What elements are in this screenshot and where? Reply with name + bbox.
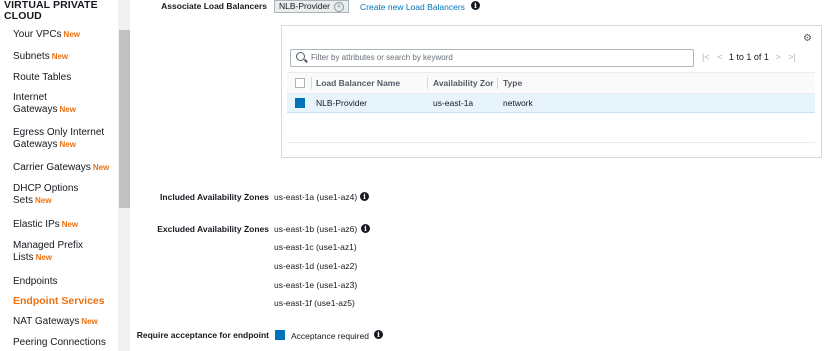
- new-badge: New: [59, 140, 76, 149]
- excluded-zone-value: us-east-1f (use1-az5): [274, 298, 355, 308]
- cell-type: network: [503, 98, 533, 108]
- prev-page-icon[interactable]: <: [717, 52, 722, 62]
- sidebar-item-carrier-gateways[interactable]: Carrier Gateways New: [13, 162, 119, 174]
- table-divider: [287, 142, 815, 143]
- first-page-icon[interactable]: |<: [702, 52, 710, 62]
- remove-tag-icon[interactable]: ✕: [334, 2, 345, 12]
- selected-lb-tag[interactable]: NLB-Provider ✕: [274, 0, 350, 13]
- selected-lb-tag-label: NLB-Provider: [279, 1, 331, 11]
- excluded-zone-value: us-east-1d (use1-az2): [274, 261, 358, 271]
- cell-lb-name: NLB-Provider: [316, 98, 368, 108]
- page-count: 1 to 1 of 1: [728, 52, 769, 62]
- excluded-zone-value: us-east-1e (use1-az3): [274, 280, 358, 290]
- sidebar-item-internet-gateways[interactable]: Internet Gateways New: [13, 92, 109, 116]
- acceptance-checkbox-label: Acceptance required: [291, 331, 369, 341]
- info-icon[interactable]: i: [360, 192, 369, 201]
- sidebar-item-label: Your VPCs: [13, 29, 62, 40]
- sidebar-item-label: Subnets: [13, 51, 50, 62]
- select-all-checkbox[interactable]: [295, 78, 305, 88]
- sidebar-item-endpoint-services[interactable]: Endpoint Services: [13, 295, 118, 307]
- info-icon[interactable]: i: [361, 224, 370, 233]
- new-badge: New: [81, 317, 98, 326]
- acceptance-checkbox[interactable]: [275, 330, 285, 340]
- info-icon[interactable]: i: [471, 1, 480, 10]
- table-row[interactable]: NLB-Provider us-east-1a network: [287, 94, 815, 113]
- sidebar-item-label: Peering Connections: [13, 337, 106, 348]
- acceptance-label: Require acceptance for endpoint: [136, 330, 269, 340]
- search-icon: [296, 52, 305, 61]
- excluded-zones-label: Excluded Availability Zones: [157, 224, 269, 234]
- filter-placeholder: Filter by attributes or search by keywor…: [311, 53, 453, 62]
- new-badge: New: [35, 196, 52, 205]
- new-badge: New: [59, 105, 76, 114]
- sidebar: VIRTUAL PRIVATE CLOUD Your VPCs New Subne…: [0, 0, 130, 351]
- next-page-icon[interactable]: >: [775, 52, 780, 62]
- gear-icon[interactable]: ⚙: [803, 33, 812, 44]
- sidebar-item-your-vpcs[interactable]: Your VPCs New: [13, 29, 118, 41]
- sidebar-item-label: Elastic IPs: [13, 219, 60, 230]
- sidebar-item-label: NAT Gateways: [13, 316, 80, 327]
- info-icon[interactable]: i: [374, 330, 383, 339]
- new-badge: New: [92, 163, 110, 172]
- row-checkbox[interactable]: [295, 98, 305, 108]
- sidebar-item-route-tables[interactable]: Route Tables: [13, 72, 118, 84]
- sidebar-item-elastic-ips[interactable]: Elastic IPs New: [13, 219, 118, 231]
- included-zones-label: Included Availability Zones: [160, 192, 269, 202]
- new-badge: New: [63, 30, 80, 39]
- filter-input[interactable]: Filter by attributes or search by keywor…: [290, 49, 694, 67]
- sidebar-item-label: Endpoint Services: [13, 295, 105, 307]
- sidebar-item-managed-prefix-lists[interactable]: Managed Prefix Lists New: [13, 240, 103, 264]
- create-lb-link[interactable]: Create new Load Balancers: [360, 2, 465, 12]
- sidebar-item-label: Internet Gateways: [13, 92, 58, 115]
- new-badge: New: [61, 220, 79, 229]
- sidebar-item-nat-gateways[interactable]: NAT Gateways New: [13, 316, 118, 328]
- sidebar-scroll-thumb[interactable]: [119, 30, 130, 208]
- sidebar-item-egress-only-internet-gateways[interactable]: Egress Only Internet Gateways New: [13, 127, 118, 151]
- column-divider: [311, 77, 312, 89]
- column-header-az[interactable]: Availability Zor: [433, 78, 495, 88]
- table-header: Load Balancer Name Availability Zor Type: [287, 72, 815, 94]
- column-header-name[interactable]: Load Balancer Name: [316, 78, 400, 88]
- sidebar-heading: VIRTUAL PRIVATE CLOUD: [4, 0, 98, 22]
- column-divider: [427, 77, 428, 89]
- new-badge: New: [35, 253, 53, 262]
- excluded-zone-value: us-east-1c (use1-az1): [274, 242, 357, 252]
- sidebar-item-endpoints[interactable]: Endpoints: [13, 276, 118, 288]
- associate-lb-label: Associate Load Balancers: [161, 1, 267, 11]
- sidebar-item-subnets[interactable]: Subnets New: [13, 51, 118, 63]
- excluded-zone-value: us-east-1b (use1-az6): [274, 224, 358, 234]
- lb-table-panel: ⚙ Filter by attributes or search by keyw…: [281, 25, 822, 158]
- cell-az: us-east-1a: [433, 98, 474, 108]
- sidebar-item-peering-connections[interactable]: Peering Connections: [13, 337, 118, 349]
- sidebar-item-label: Route Tables: [13, 72, 72, 83]
- column-divider: [497, 77, 498, 89]
- sidebar-item-label: Carrier Gateways: [13, 162, 91, 173]
- sidebar-item-dhcp-options-sets[interactable]: DHCP Options Sets New: [13, 183, 109, 207]
- last-page-icon[interactable]: >|: [788, 52, 796, 62]
- column-header-type[interactable]: Type: [503, 78, 522, 88]
- new-badge: New: [51, 52, 69, 61]
- sidebar-item-label: Endpoints: [13, 276, 58, 287]
- pagination: |< < 1 to 1 of 1 > >|: [702, 52, 796, 62]
- included-zone-value: us-east-1a (use1-az4): [274, 192, 358, 202]
